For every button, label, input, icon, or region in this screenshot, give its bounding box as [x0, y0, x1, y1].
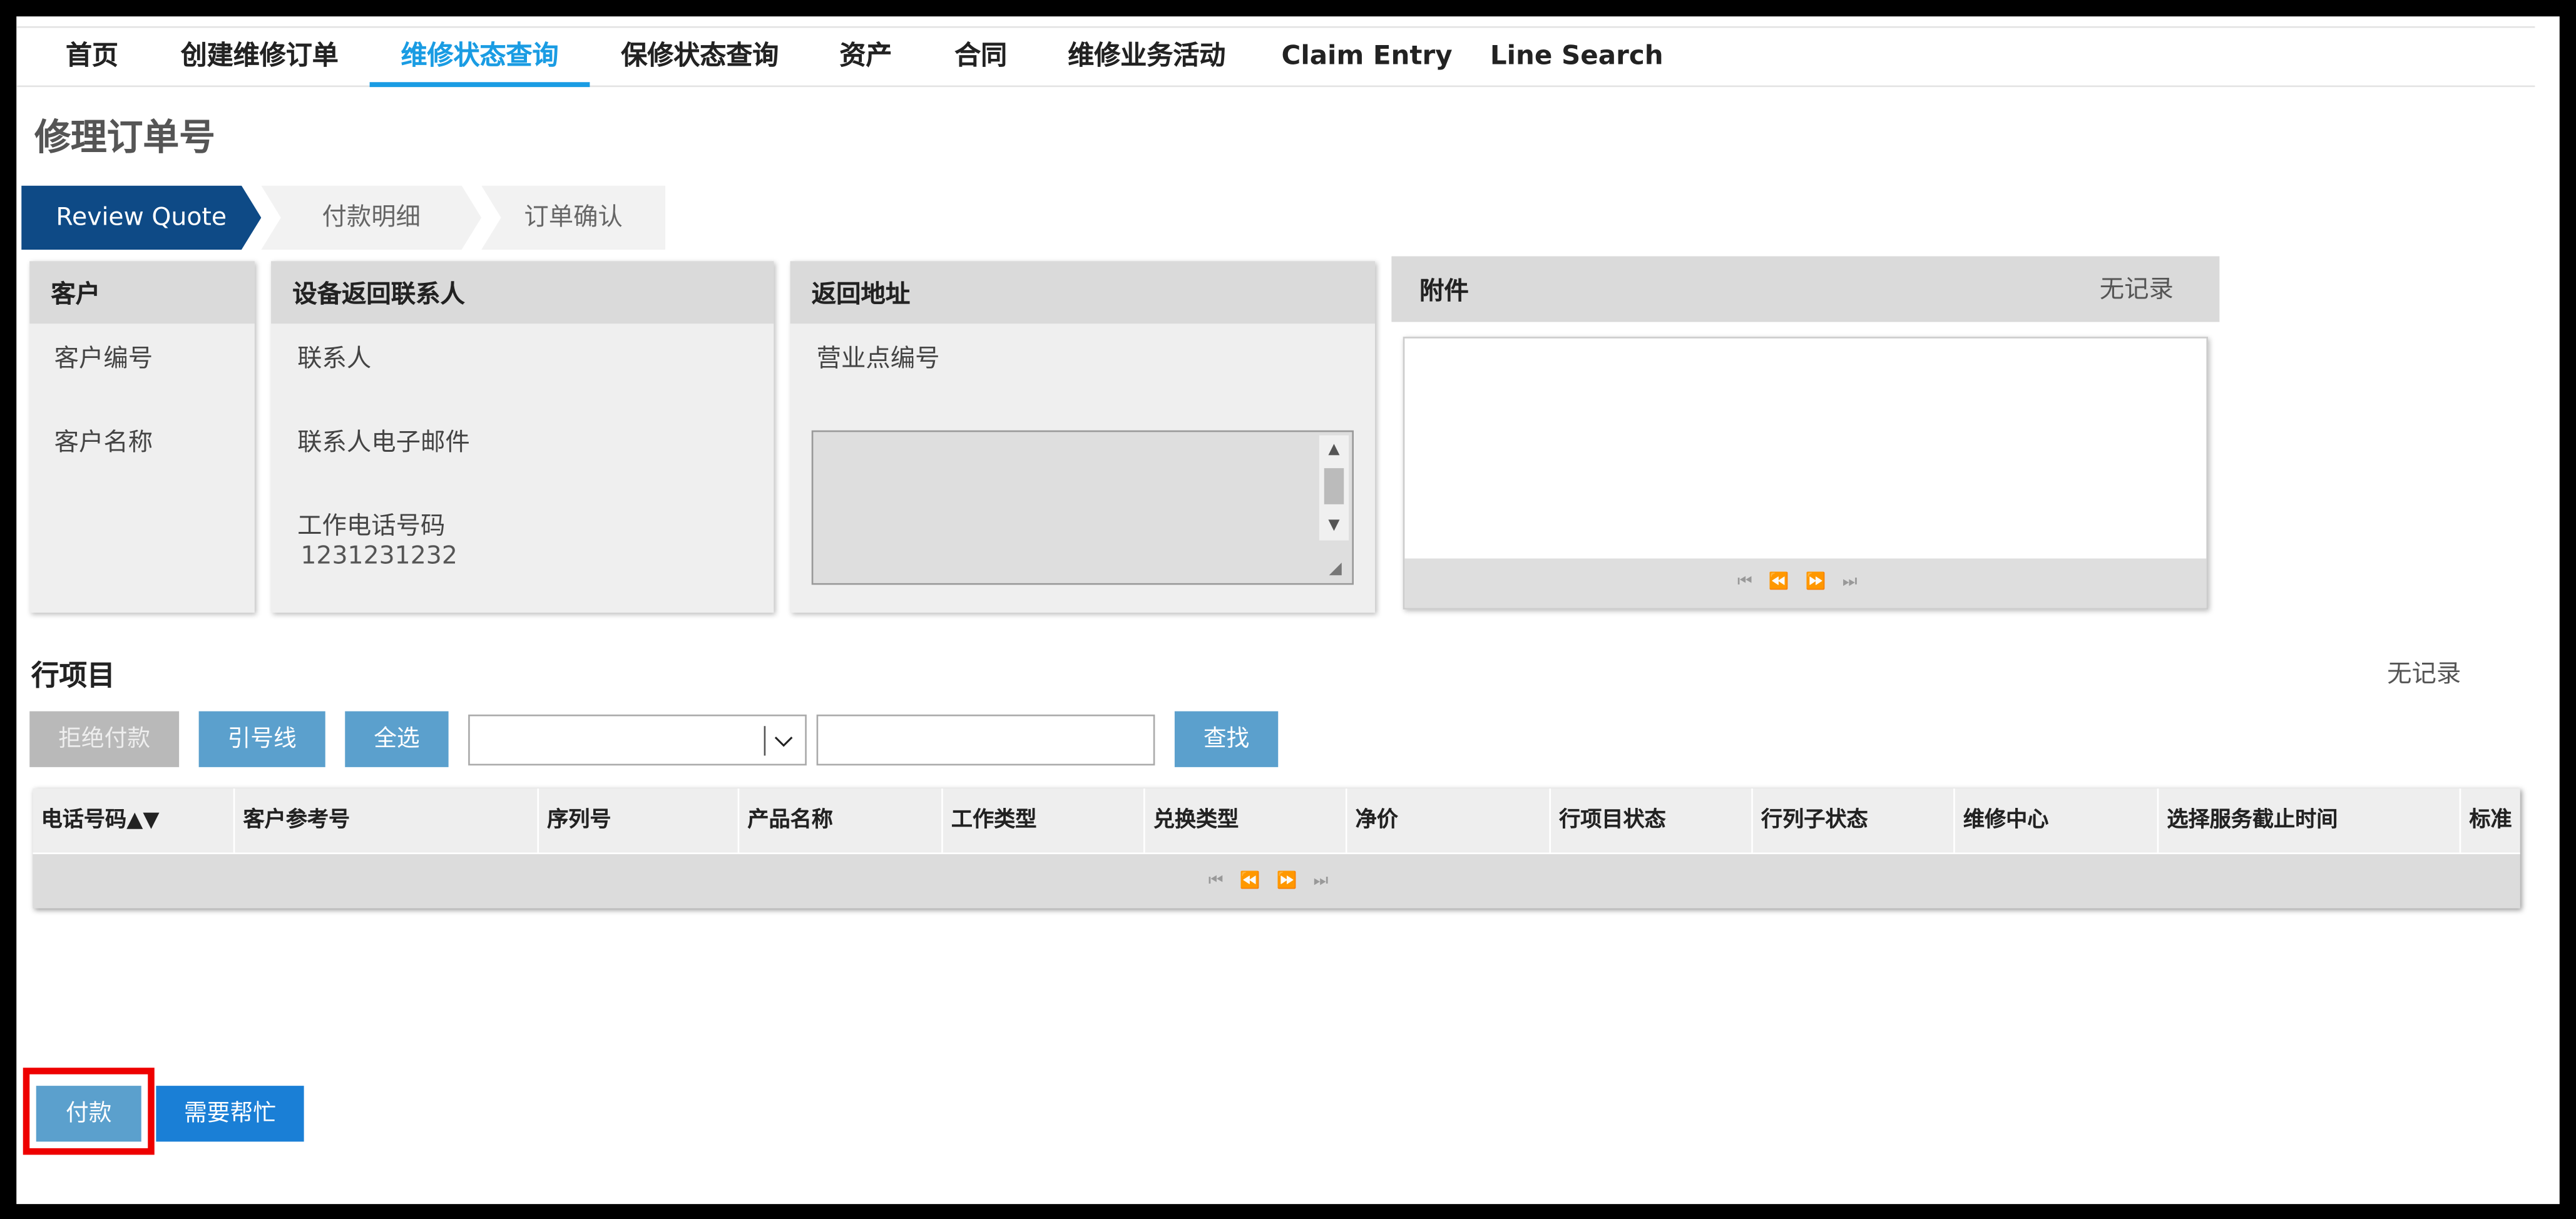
nav-item-repair-status[interactable]: 维修状态查询 — [369, 28, 590, 88]
address-textarea[interactable]: ▲ ▼ ◢ — [811, 430, 1354, 585]
scroll-up-icon[interactable]: ▲ — [1319, 439, 1349, 462]
attachments-empty-text: 无记录 — [2099, 274, 2174, 304]
nav-item-assets[interactable]: 资产 — [833, 28, 899, 88]
customer-panel-title: 客户 — [29, 261, 255, 324]
column-line-status[interactable]: 行项目状态 — [1551, 788, 1753, 854]
column-service-deadline[interactable]: 选择服务截止时间 — [2159, 788, 2461, 854]
line-items-title: 行项目 — [31, 660, 115, 693]
nav-item-contracts[interactable]: 合同 — [948, 28, 1014, 88]
top-nav: 首页 创建维修订单 维修状态查询 保修状态查询 资产 合同 维修业务活动 Cla… — [16, 26, 2535, 88]
column-serial-number[interactable]: 序列号 — [539, 788, 740, 854]
outlet-number-label: 营业点编号 — [816, 343, 940, 373]
contact-label: 联系人 — [297, 343, 372, 373]
chevron-down-icon[interactable]: ⌵ — [765, 720, 802, 761]
pay-button-highlight — [23, 1068, 155, 1155]
need-help-button[interactable]: 需要帮忙 — [156, 1086, 304, 1142]
line-items-grid: 电话号码▲▼ 客户参考号 序列号 产品名称 工作类型 兑换类型 净价 行项目状态… — [33, 788, 2520, 909]
grid-header: 电话号码▲▼ 客户参考号 序列号 产品名称 工作类型 兑换类型 净价 行项目状态… — [33, 788, 2520, 854]
column-repair-center[interactable]: 维修中心 — [1955, 788, 2159, 854]
attachments-list: ⏮⏪⏩⏭ — [1403, 337, 2208, 610]
column-customer-reference[interactable]: 客户参考号 — [235, 788, 539, 854]
nav-item-repair-activities[interactable]: 维修业务活动 — [1061, 28, 1232, 88]
search-field-select[interactable]: ⌵ — [468, 714, 807, 766]
nav-item-home[interactable]: 首页 — [59, 28, 125, 88]
search-button[interactable]: 查找 — [1174, 711, 1279, 767]
reject-payment-button[interactable]: 拒绝付款 — [29, 711, 180, 767]
page-canvas: 首页 创建维修订单 维修状态查询 保修状态查询 资产 合同 维修业务活动 Cla… — [16, 16, 2560, 1205]
grid-pager[interactable]: ⏮⏪⏩⏭ — [33, 856, 2520, 909]
return-address-panel: 返回地址 营业点编号 ▲ ▼ ◢ — [790, 261, 1376, 613]
nav-item-claim-entry[interactable]: Claim Entry — [1282, 28, 1453, 88]
column-work-type[interactable]: 工作类型 — [943, 788, 1145, 854]
scroll-thumb[interactable] — [1324, 468, 1344, 504]
reference-line-button[interactable]: 引号线 — [198, 711, 325, 767]
column-exchange-type[interactable]: 兑换类型 — [1145, 788, 1347, 854]
return-contact-panel: 设备返回联系人 联系人 联系人电子邮件 工作电话号码 1231231232 — [271, 261, 774, 613]
scroll-down-icon[interactable]: ▼ — [1319, 514, 1349, 538]
return-contact-panel-title: 设备返回联系人 — [271, 261, 774, 324]
customer-number-label: 客户编号 — [54, 343, 153, 373]
nav-item-line-search[interactable]: Line Search — [1490, 28, 1664, 88]
search-input[interactable] — [816, 714, 1155, 766]
attachments-pager[interactable]: ⏮⏪⏩⏭ — [1404, 558, 2207, 608]
column-standard[interactable]: 标准 — [2461, 788, 2520, 854]
step-review-quote[interactable]: Review Quote — [21, 185, 262, 250]
column-line-substatus[interactable]: 行列子状态 — [1753, 788, 1955, 854]
attachments-title: 附件 — [1419, 276, 1469, 306]
step-payment-details[interactable]: 付款明细 — [261, 185, 482, 250]
contact-email-label: 联系人电子邮件 — [297, 427, 470, 457]
select-all-button[interactable]: 全选 — [345, 711, 449, 767]
customer-name-label: 客户名称 — [54, 427, 153, 457]
nav-item-warranty-status[interactable]: 保修状态查询 — [615, 28, 785, 88]
work-phone-value: 1231231232 — [300, 540, 457, 570]
address-scrollbar[interactable]: ▲ ▼ — [1319, 435, 1349, 541]
attachments-header: 附件 无记录 — [1391, 256, 2220, 322]
work-phone-label: 工作电话号码 — [297, 511, 446, 541]
step-indicator: Review Quote 付款明细 订单确认 — [21, 185, 666, 250]
line-items-empty-text: 无记录 — [2387, 658, 2461, 688]
column-product-name[interactable]: 产品名称 — [739, 788, 943, 854]
nav-item-create-repair-order[interactable]: 创建维修订单 — [174, 28, 345, 88]
column-net-price[interactable]: 净价 — [1347, 788, 1551, 854]
customer-panel: 客户 客户编号 客户名称 — [29, 261, 255, 613]
return-address-panel-title: 返回地址 — [790, 261, 1376, 324]
column-phone-number[interactable]: 电话号码▲▼ — [33, 788, 235, 854]
resize-handle-icon[interactable]: ◢ — [1329, 560, 1349, 580]
step-order-confirmation[interactable]: 订单确认 — [481, 185, 666, 250]
page-title: 修理订单号 — [34, 118, 215, 160]
